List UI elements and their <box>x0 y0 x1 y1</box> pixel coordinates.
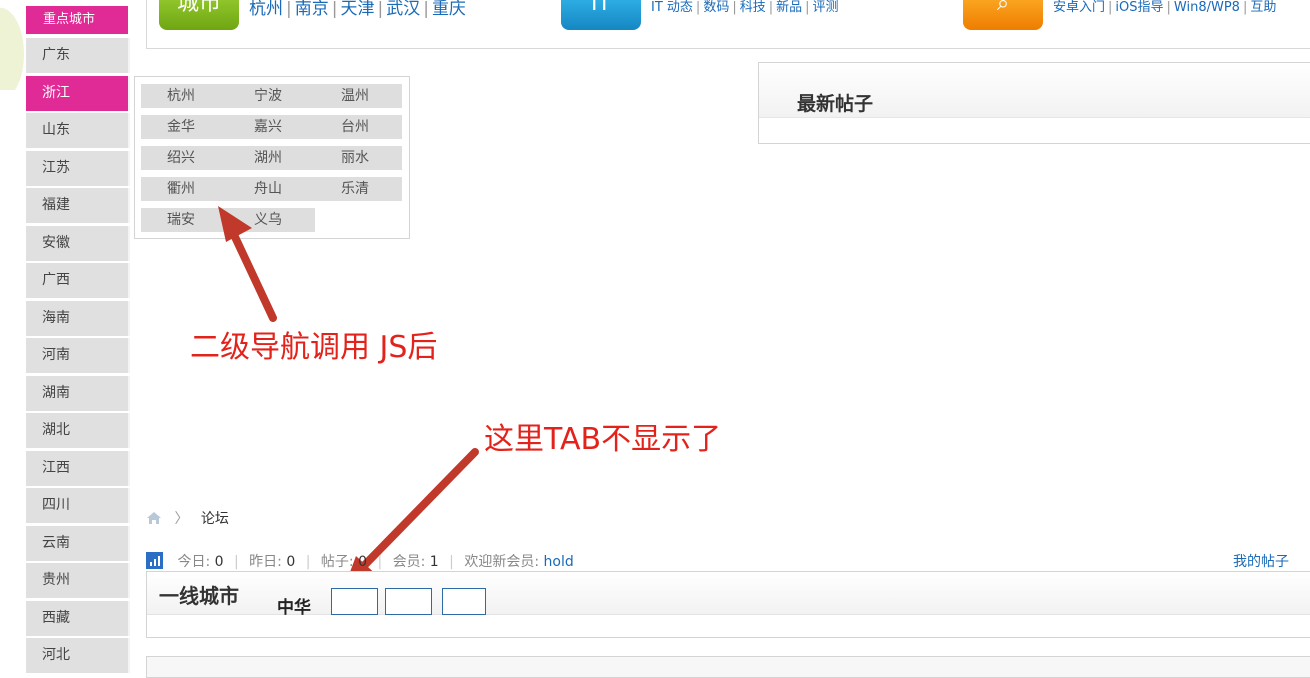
next-panel <box>146 656 1310 678</box>
my-posts-link[interactable]: 我的帖子 <box>1233 551 1289 571</box>
stat-posts: 0 <box>358 554 367 570</box>
breadcrumb: 〉 论坛 <box>146 508 229 528</box>
annotation-top: 二级导航调用 JS后 <box>190 330 438 365</box>
city-forum-panel: 一线城市 中华 <box>146 571 1310 638</box>
annotation-bottom: 这里TAB不显示了 <box>484 422 722 457</box>
empty-tab-2[interactable] <box>385 588 432 615</box>
stat-members: 1 <box>429 554 439 570</box>
stats-chart-icon <box>146 552 163 569</box>
stat-today: 0 <box>214 554 224 570</box>
panel-header: 一线城市 中华 <box>147 572 1310 618</box>
panel-title: 一线城市 <box>159 584 239 608</box>
empty-tab-1[interactable] <box>331 588 378 615</box>
home-icon[interactable] <box>146 511 162 525</box>
newest-member-link[interactable]: hold <box>544 554 574 570</box>
breadcrumb-current[interactable]: 论坛 <box>201 511 229 527</box>
forum-stats: 今日: 0 | 昨日: 0 | 帖子: 0 | 会员: 1 | 欢迎新会员: h… <box>146 551 574 571</box>
empty-tab-3[interactable] <box>442 588 486 615</box>
tab-zhonghua[interactable]: 中华 <box>277 593 311 618</box>
stat-yesterday: 0 <box>286 554 296 570</box>
chevron-right-icon: 〉 <box>174 511 189 527</box>
arrow-top-head <box>218 206 252 242</box>
